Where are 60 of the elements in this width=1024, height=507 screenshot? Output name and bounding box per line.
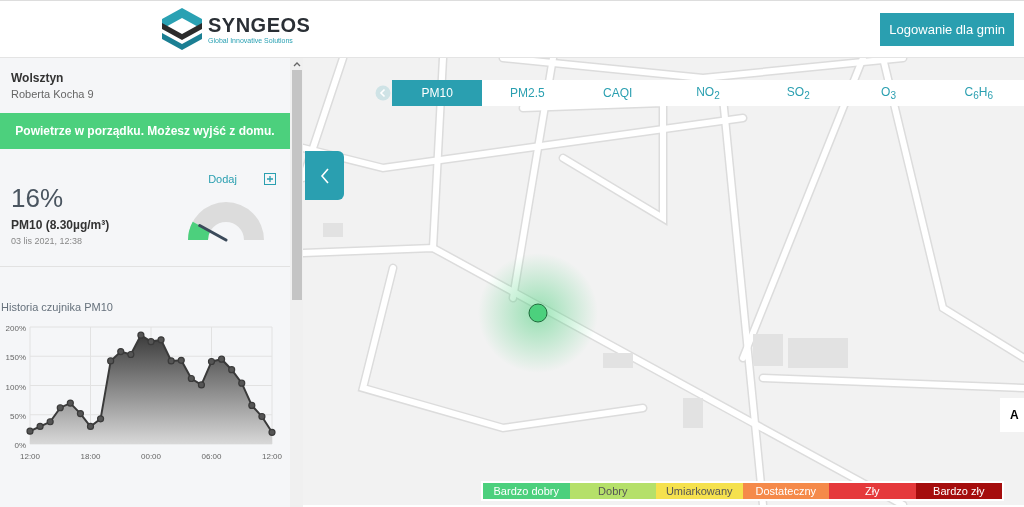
logo-icon [160, 7, 204, 51]
legend-item: Bardzo dobry [483, 483, 570, 499]
y-tick-label: 200% [5, 324, 26, 333]
data-point [258, 412, 266, 421]
y-tick-label: 50% [10, 411, 26, 421]
data-point [107, 357, 115, 365]
plus-box-icon[interactable] [264, 173, 276, 186]
data-point [197, 381, 205, 389]
data-point [76, 409, 84, 418]
data-point [36, 422, 44, 431]
data-point [127, 350, 135, 359]
x-tick-label: 06:00 [201, 452, 222, 461]
data-point [86, 422, 95, 431]
data-point [147, 338, 155, 346]
scroll-up-icon[interactable] [292, 61, 301, 67]
x-tick-label: 12:00 [262, 452, 282, 461]
add-link[interactable]: Dodaj [208, 173, 237, 186]
legend-item: Bardzo zły [915, 483, 1002, 499]
data-point [157, 336, 165, 344]
data-point [268, 428, 276, 436]
city-name: Wolsztyn [11, 71, 65, 85]
login-button[interactable]: Logowanie dla gmin [880, 12, 1014, 46]
legend-item: Umiarkowany [656, 483, 743, 499]
pollutant-tab[interactable]: PM10 [392, 80, 483, 106]
data-point [238, 379, 246, 387]
timestamp: 03 lis 2021, 12:38 [11, 236, 84, 246]
legend-item: Dobry [569, 483, 656, 499]
sensor-marker-icon[interactable] [528, 303, 548, 323]
data-point [56, 404, 64, 412]
y-tick-label: 100% [5, 382, 26, 392]
data-point [97, 415, 105, 423]
x-tick-label: 12:00 [20, 452, 40, 461]
data-point [167, 357, 175, 365]
status-banner: Powietrze w porządku. Możesz wyjść z domu. [0, 113, 290, 149]
y-tick-label: 0% [14, 441, 26, 450]
data-point [177, 356, 185, 364]
legend-item: Dostateczny [742, 483, 829, 499]
logo-name: SYNGEOS [208, 14, 311, 37]
data-point [46, 418, 54, 426]
data-point [228, 366, 236, 374]
map-control-button[interactable]: A [1000, 398, 1024, 432]
legend-item: Zły [829, 483, 916, 499]
y-tick-label: 150% [5, 353, 26, 363]
data-point [117, 347, 125, 356]
data-point [66, 399, 74, 407]
data-point [187, 374, 195, 383]
pollutant-value: PM10 (8.30µg/m³) [11, 218, 110, 232]
data-point [207, 357, 216, 366]
data-point [248, 401, 256, 409]
chevron-left-icon [319, 166, 330, 185]
x-tick-label: 00:00 [141, 452, 161, 461]
data-point [218, 355, 226, 363]
chart-title: Historia czujnika PM10 [0, 301, 114, 313]
sensor-address: Roberta Kocha 9 [11, 88, 95, 100]
percent-value: 16% [11, 183, 65, 214]
data-point [26, 427, 34, 435]
scrollbar[interactable] [290, 58, 303, 507]
collapse-button[interactable] [305, 151, 344, 200]
x-tick-label: 18:00 [80, 452, 101, 461]
data-point [137, 331, 145, 339]
